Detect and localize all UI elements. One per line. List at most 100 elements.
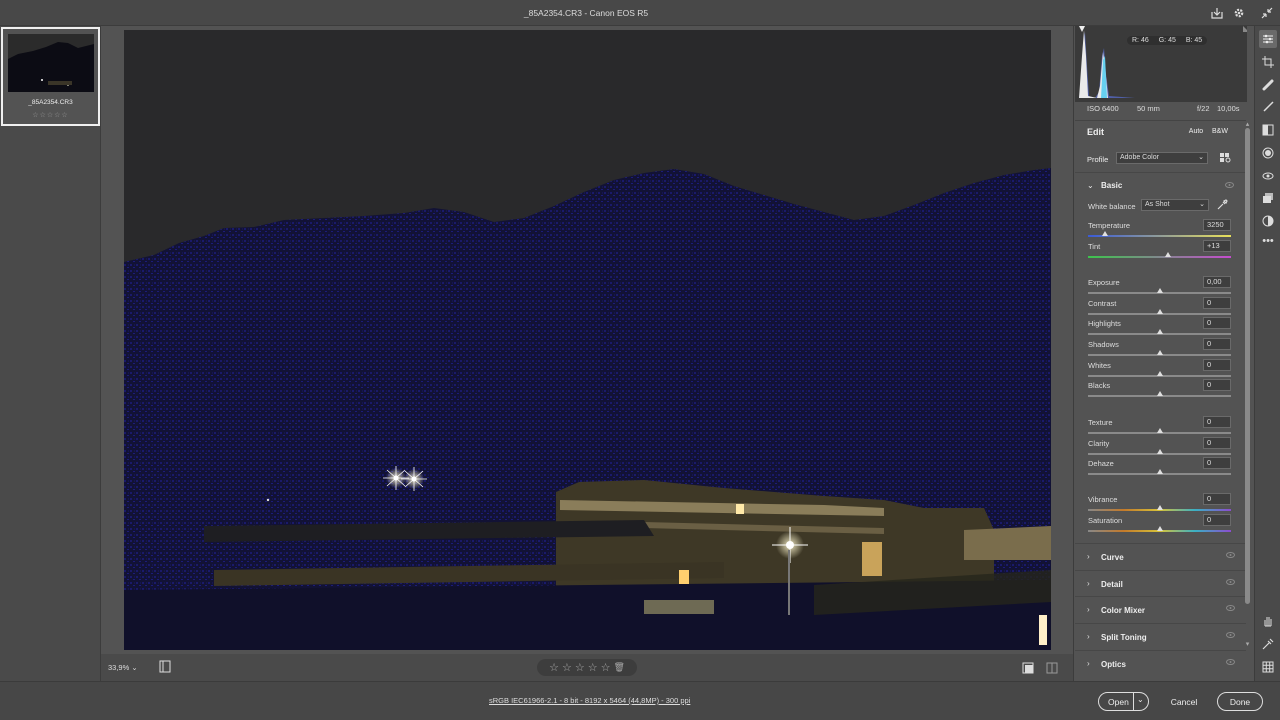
rating-star-1[interactable]: ☆ — [549, 661, 559, 674]
white-balance-select[interactable]: As Shot ⌄ — [1141, 199, 1209, 211]
zoom-value: 33,9% — [108, 663, 130, 672]
slider-value-tint[interactable]: +13 — [1203, 240, 1231, 252]
section-optics[interactable]: › Optics — [1075, 650, 1246, 676]
slider-value-shadows[interactable]: 0 — [1203, 338, 1231, 350]
collapse-icon[interactable] — [1258, 4, 1276, 22]
done-button[interactable]: Done — [1217, 692, 1263, 711]
slider-value-whites[interactable]: 0 — [1203, 359, 1231, 371]
chevron-down-icon[interactable]: ⌄ — [1087, 181, 1094, 190]
section-color-mixer[interactable]: › Color Mixer — [1075, 596, 1246, 622]
slider-track-temperature[interactable] — [1088, 235, 1231, 237]
slider-value-exposure[interactable]: 0,00 — [1203, 276, 1231, 288]
slider-value-highlights[interactable]: 0 — [1203, 317, 1231, 329]
rating-star-2[interactable]: ☆ — [562, 661, 572, 674]
crop-icon[interactable] — [1259, 53, 1277, 71]
panel-scrollbar[interactable]: ▴ ▾ — [1243, 120, 1252, 680]
gradient-icon[interactable] — [1259, 121, 1277, 139]
slider-handle-saturation[interactable] — [1156, 526, 1163, 531]
divider — [1133, 692, 1134, 711]
single-view-icon[interactable] — [1022, 662, 1034, 676]
auto-button[interactable]: Auto — [1186, 125, 1206, 138]
bw-button[interactable]: B&W — [1209, 125, 1231, 138]
slider-handle-blacks[interactable] — [1156, 391, 1163, 396]
slider-handle-whites[interactable] — [1156, 371, 1163, 376]
chevron-down-icon[interactable]: ⌄ — [1137, 695, 1144, 704]
hand-icon[interactable] — [1259, 612, 1277, 630]
slider-value-clarity[interactable]: 0 — [1203, 437, 1231, 449]
blue-value: B: 45 — [1185, 37, 1203, 44]
presets-icon[interactable] — [1259, 212, 1277, 230]
slider-handle-vibrance[interactable] — [1156, 505, 1163, 510]
chevron-right-icon: › — [1087, 579, 1090, 588]
save-icon[interactable] — [1208, 4, 1226, 22]
filmstrip-thumbnail[interactable]: _85A2354.CR3 ☆☆☆☆☆ — [1, 27, 100, 126]
slider-handle-temperature[interactable] — [1102, 231, 1109, 236]
slider-handle-texture[interactable] — [1156, 428, 1163, 433]
image-canvas[interactable] — [101, 26, 1073, 654]
red-value: R: 46 — [1132, 37, 1149, 44]
eyedropper-icon[interactable] — [1217, 199, 1228, 212]
slider-track-tint[interactable] — [1088, 256, 1231, 258]
slider-handle-tint[interactable] — [1165, 252, 1172, 257]
rating-star-3[interactable]: ☆ — [575, 661, 585, 674]
profile-select[interactable]: Adobe Color ⌄ — [1116, 152, 1208, 164]
slider-handle-clarity[interactable] — [1156, 449, 1163, 454]
shutter-speed: 10,00s — [1217, 104, 1240, 113]
compare-view-icon[interactable] — [1046, 662, 1058, 676]
aperture-value: f/22 — [1197, 104, 1210, 113]
grid-icon[interactable] — [1259, 658, 1277, 676]
trash-icon[interactable]: 🗑 — [613, 662, 624, 673]
section-split-toning[interactable]: › Split Toning — [1075, 623, 1246, 649]
thumbnail-rating[interactable]: ☆☆☆☆☆ — [3, 111, 98, 119]
eye-icon[interactable] — [1226, 604, 1235, 613]
eye-icon[interactable] — [1225, 181, 1234, 190]
slider-value-vibrance[interactable]: 0 — [1203, 493, 1231, 505]
snapshots-icon[interactable] — [1259, 189, 1277, 207]
scroll-down-icon[interactable]: ▾ — [1243, 640, 1252, 648]
zoom-level[interactable]: 33,9% ⌄ — [108, 663, 138, 672]
scroll-thumb[interactable] — [1245, 128, 1250, 604]
scroll-up-icon[interactable]: ▴ — [1243, 120, 1252, 128]
rating-star-5[interactable]: ☆ — [601, 661, 611, 674]
red-eye-icon[interactable] — [1259, 167, 1277, 185]
section-curve[interactable]: › Curve — [1075, 543, 1246, 569]
slider-handle-contrast[interactable] — [1156, 309, 1163, 314]
slider-value-saturation[interactable]: 0 — [1203, 514, 1231, 526]
slider-label-tint: Tint — [1088, 242, 1101, 251]
rgb-readout: R: 46 G: 45 B: 45 — [1127, 36, 1208, 45]
healing-icon[interactable] — [1259, 76, 1277, 94]
edit-panel: R: 46 G: 45 B: 45 ISO 6400 50 mm f/22 10… — [1073, 26, 1253, 681]
slider-handle-exposure[interactable] — [1156, 288, 1163, 293]
brush-icon[interactable] — [1259, 98, 1277, 116]
edit-sliders-icon[interactable] — [1259, 30, 1277, 48]
section-title: Split Toning — [1101, 633, 1147, 642]
section-detail[interactable]: › Detail — [1075, 570, 1246, 596]
status-bar: sRGB IEC61966-2.1 - 8 bit - 8192 x 5464 … — [0, 681, 1280, 720]
slider-handle-shadows[interactable] — [1156, 350, 1163, 355]
eye-icon[interactable] — [1226, 658, 1235, 667]
section-title: Optics — [1101, 660, 1126, 669]
profile-browser-icon[interactable] — [1220, 153, 1231, 165]
slider-value-contrast[interactable]: 0 — [1203, 297, 1231, 309]
eye-icon[interactable] — [1226, 578, 1235, 587]
color-sampler-icon[interactable] — [1259, 635, 1277, 653]
gear-icon[interactable] — [1230, 4, 1248, 22]
canvas-bottom-bar: 33,9% ⌄ ☆ ☆ ☆ ☆ ☆ 🗑 — [101, 654, 1073, 681]
slider-value-texture[interactable]: 0 — [1203, 416, 1231, 428]
filmstrip-toggle-icon[interactable] — [159, 660, 171, 675]
cancel-button[interactable]: Cancel — [1164, 692, 1204, 711]
slider-value-dehaze[interactable]: 0 — [1203, 457, 1231, 469]
slider-label-contrast: Contrast — [1088, 299, 1117, 308]
basic-section-title[interactable]: Basic — [1101, 181, 1122, 190]
slider-label-whites: Whites — [1088, 361, 1111, 370]
eye-icon[interactable] — [1226, 551, 1235, 560]
rating-star-4[interactable]: ☆ — [588, 661, 598, 674]
slider-handle-dehaze[interactable] — [1156, 469, 1163, 474]
eye-icon[interactable] — [1226, 631, 1235, 640]
workflow-options-link[interactable]: sRGB IEC61966-2.1 - 8 bit - 8192 x 5464 … — [489, 696, 690, 705]
slider-handle-highlights[interactable] — [1156, 329, 1163, 334]
slider-value-temperature[interactable]: 3250 — [1203, 219, 1231, 231]
slider-value-blacks[interactable]: 0 — [1203, 379, 1231, 391]
more-icon[interactable]: ••• — [1259, 232, 1277, 250]
radial-filter-icon[interactable] — [1259, 144, 1277, 162]
